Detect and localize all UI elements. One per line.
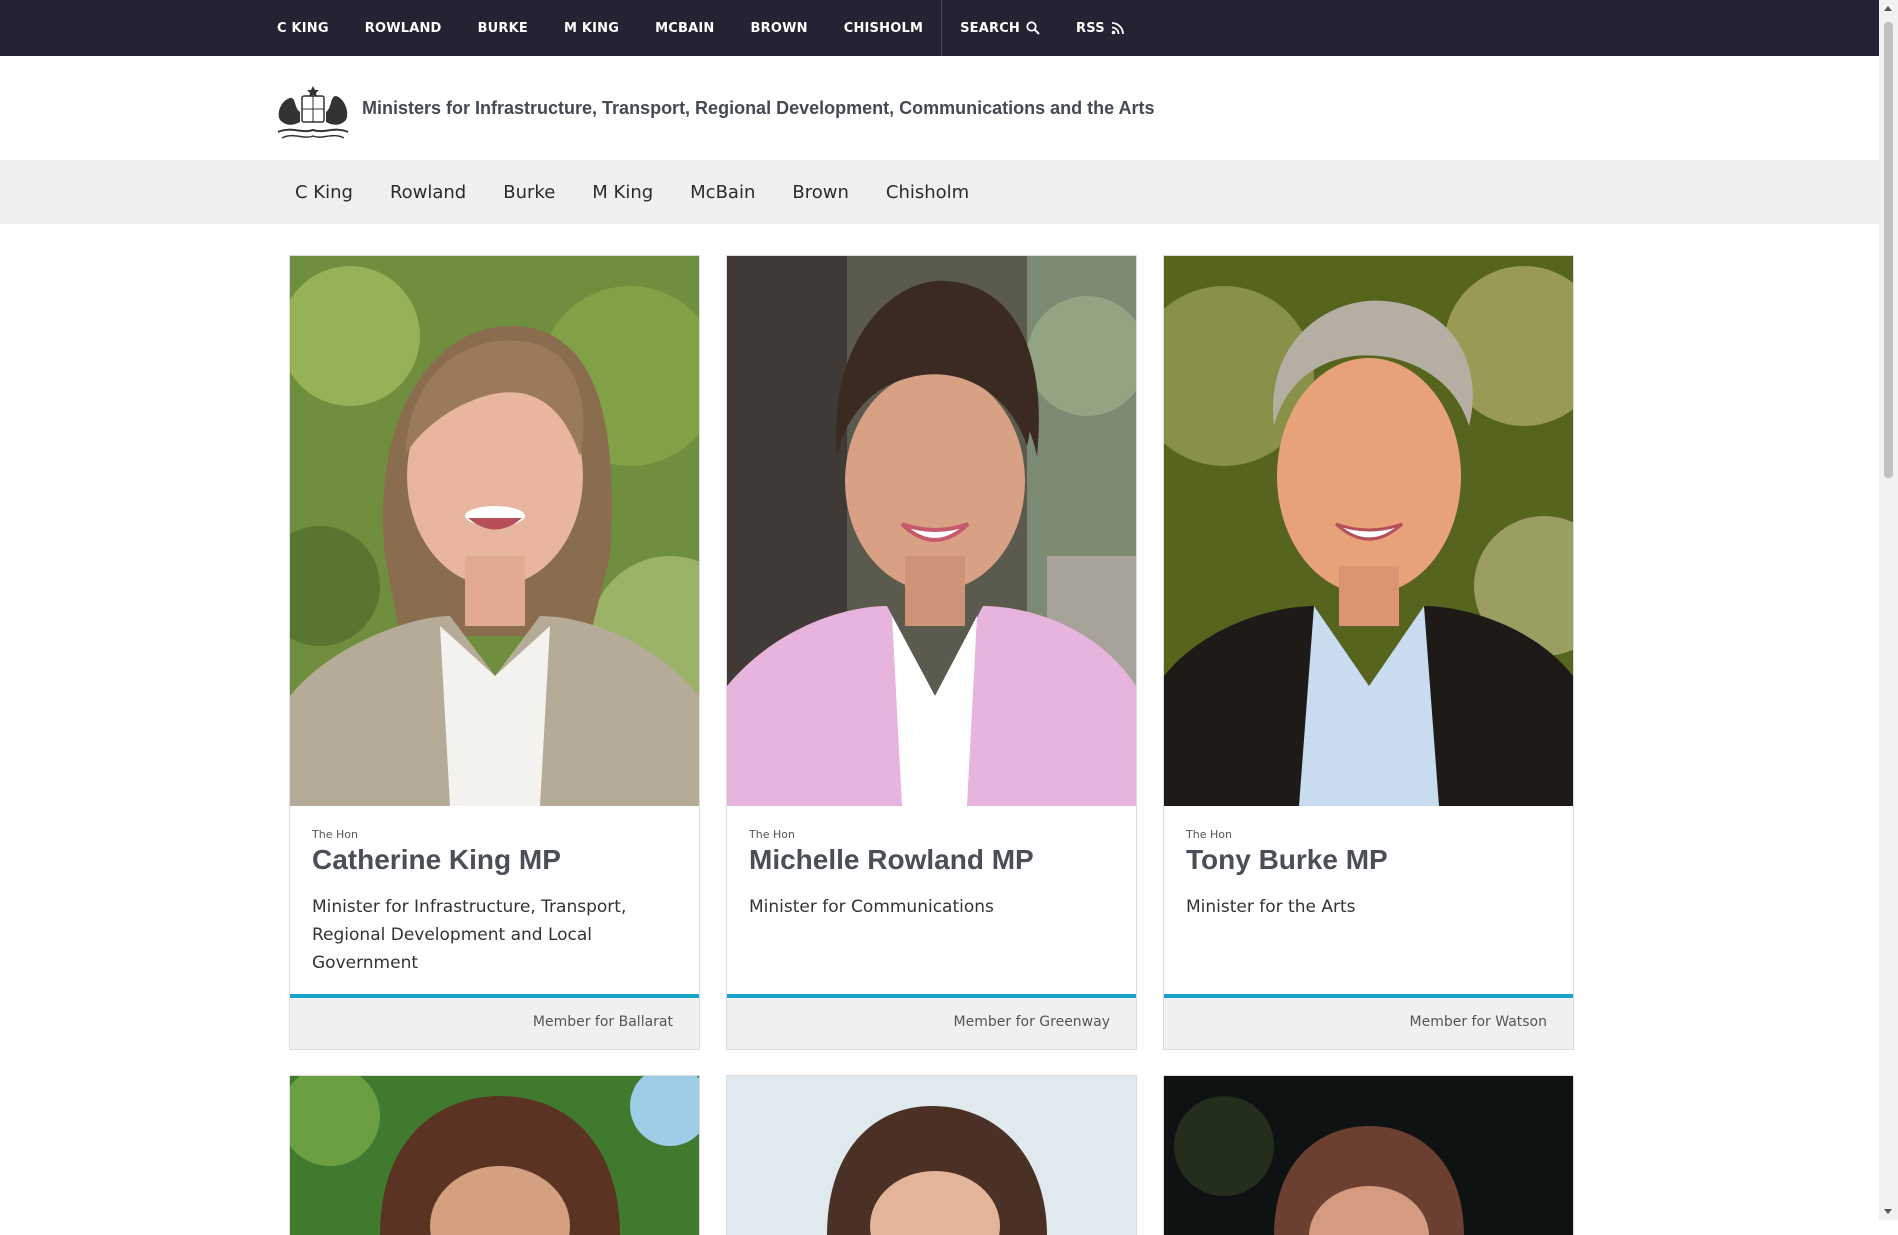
minister-subnav: C King Rowland Burke M King McBain Brown… (0, 160, 1879, 224)
card-footer: Member for Greenway (727, 994, 1136, 1049)
top-nav: C KING ROWLAND BURKE M KING MCBAIN BROWN… (277, 0, 1161, 56)
minister-card-catherine-king[interactable]: The Hon Catherine King MP Minister for I… (289, 255, 700, 1050)
minister-role: Minister for the Arts (1186, 897, 1356, 917)
subnav-mcbain[interactable]: McBain (690, 182, 755, 203)
top-nav-rowland[interactable]: ROWLAND (365, 21, 442, 36)
electorate: Member for Watson (1409, 1014, 1547, 1030)
subnav-brown[interactable]: Brown (792, 182, 849, 203)
top-navigation-bar: C KING ROWLAND BURKE M KING MCBAIN BROWN… (0, 0, 1879, 56)
minister-name[interactable]: Michelle Rowland MP (749, 844, 1034, 876)
rss-button[interactable]: RSS (1076, 21, 1125, 36)
minister-photo (1164, 256, 1573, 806)
site-header: Ministers for Infrastructure, Transport,… (0, 56, 1879, 160)
page-scrollbar[interactable] (1879, 0, 1898, 1220)
scroll-thumb[interactable] (1884, 22, 1893, 478)
minister-name[interactable]: Catherine King MP (312, 844, 561, 876)
search-label: SEARCH (960, 20, 1021, 36)
scroll-down-arrow[interactable] (1884, 1209, 1892, 1214)
minister-photo (1164, 1076, 1573, 1235)
electorate: Member for Greenway (953, 1014, 1110, 1030)
rss-icon (1111, 22, 1124, 35)
minister-role: Minister for Communications (749, 897, 994, 917)
rss-label: RSS (1076, 20, 1105, 36)
card-footer: Member for Watson (1164, 994, 1573, 1049)
minister-role: Minister for Infrastructure, Transport, … (312, 897, 627, 973)
minister-name[interactable]: Tony Burke MP (1186, 844, 1388, 876)
coat-of-arms-logo[interactable] (272, 82, 354, 142)
site-title[interactable]: Ministers for Infrastructure, Transport,… (362, 98, 1154, 119)
nav-divider (941, 0, 943, 56)
minister-card-tony-burke[interactable]: The Hon Tony Burke MP Minister for the A… (1163, 255, 1574, 1050)
minister-card-next-2[interactable] (726, 1075, 1137, 1235)
minister-photo (290, 1076, 699, 1235)
subnav-rowland[interactable]: Rowland (390, 182, 466, 203)
subnav-c-king[interactable]: C King (295, 182, 353, 203)
honorific: The Hon (1186, 828, 1232, 841)
honorific: The Hon (749, 828, 795, 841)
subnav-chisholm[interactable]: Chisholm (886, 182, 969, 203)
top-nav-mcbain[interactable]: MCBAIN (655, 21, 714, 36)
subnav-items: C King Rowland Burke M King McBain Brown… (295, 160, 1006, 224)
top-nav-chisholm[interactable]: CHISHOLM (844, 21, 923, 36)
search-button[interactable]: SEARCH (960, 21, 1040, 36)
minister-photo (727, 256, 1136, 806)
card-footer: Member for Ballarat (290, 994, 699, 1049)
minister-photo (727, 1076, 1136, 1235)
subnav-burke[interactable]: Burke (503, 182, 555, 203)
honorific: The Hon (312, 828, 358, 841)
search-icon (1026, 21, 1040, 35)
minister-card-michelle-rowland[interactable]: The Hon Michelle Rowland MP Minister for… (726, 255, 1137, 1050)
top-nav-c-king[interactable]: C KING (277, 21, 329, 36)
top-nav-burke[interactable]: BURKE (478, 21, 528, 36)
minister-card-next-3[interactable] (1163, 1075, 1574, 1235)
top-nav-brown[interactable]: BROWN (751, 21, 808, 36)
subnav-m-king[interactable]: M King (592, 182, 653, 203)
electorate: Member for Ballarat (532, 1014, 673, 1030)
scroll-up-arrow[interactable] (1884, 6, 1892, 11)
top-nav-m-king[interactable]: M KING (564, 21, 619, 36)
minister-card-next-1[interactable] (289, 1075, 700, 1235)
minister-photo (290, 256, 699, 806)
